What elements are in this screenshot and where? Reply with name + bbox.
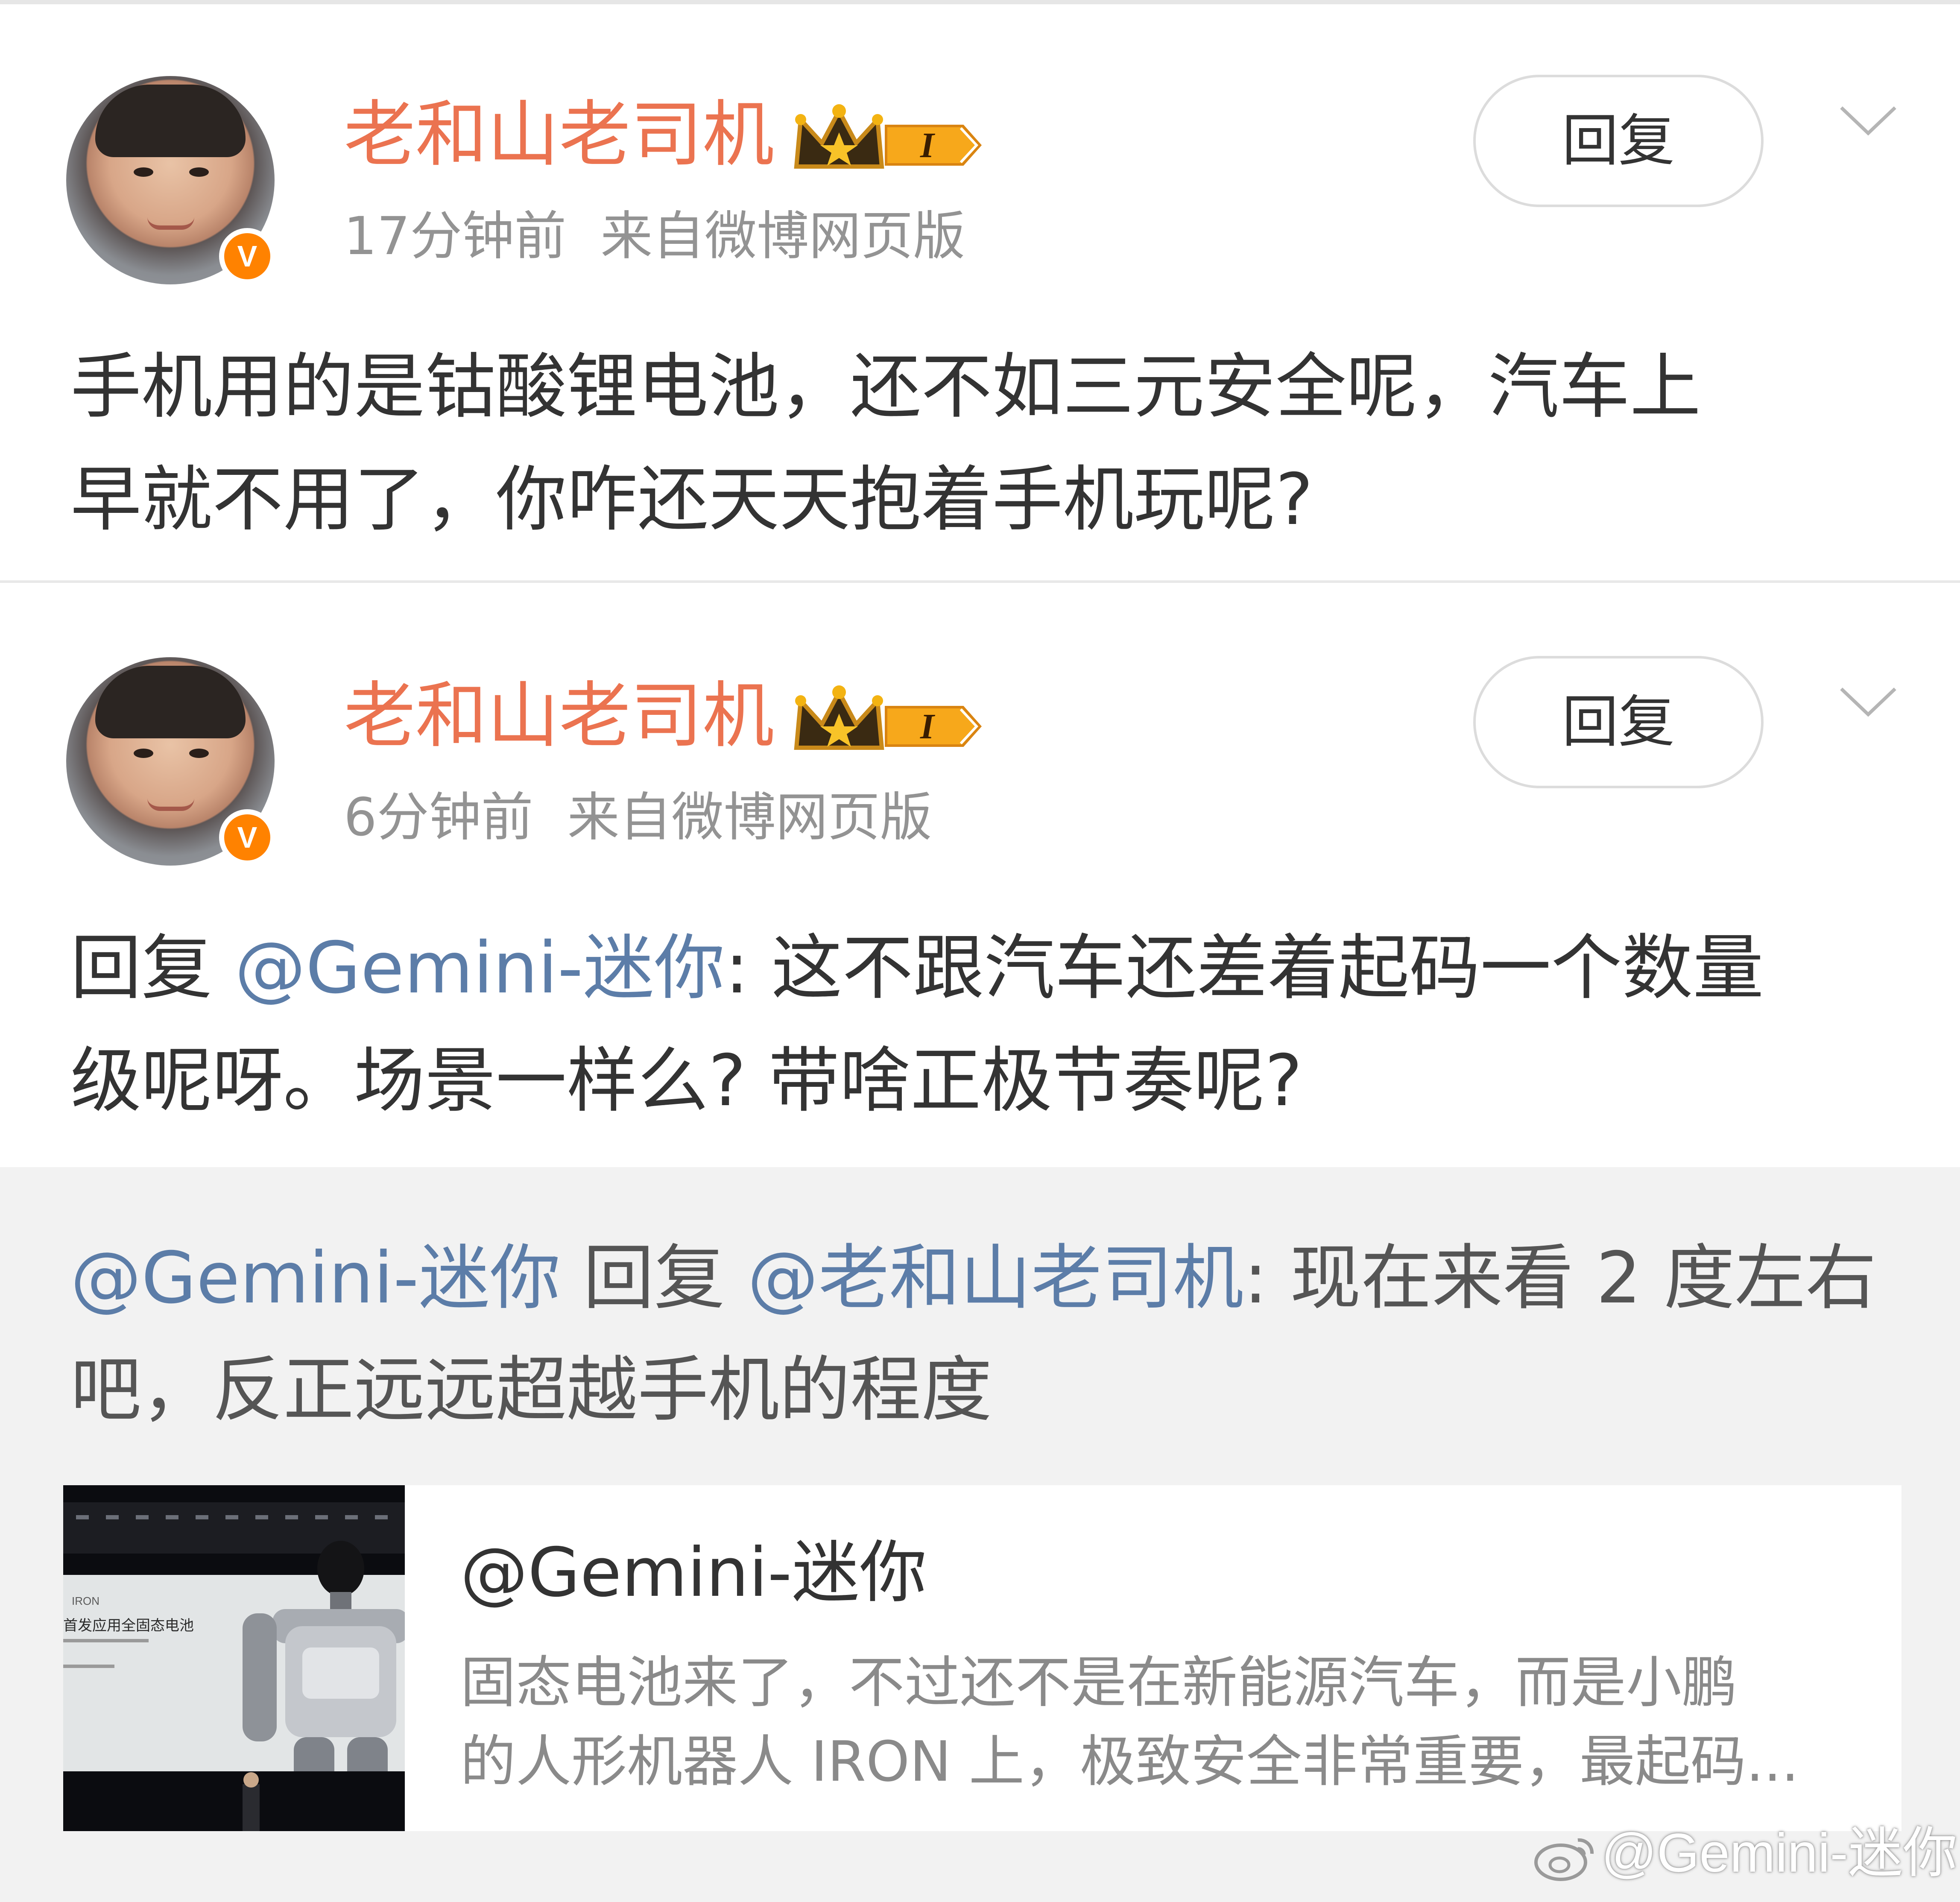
sub-reply-line-rest: : 现在来看 2 度左右 bbox=[1243, 1237, 1877, 1320]
source-label: 来自微博网页版 bbox=[567, 787, 932, 848]
comment-item: V 老和山老司机 I 17分钟前 来自微博网页版 回复 手机用的是钴酸锂电池，还不… bbox=[0, 4, 1960, 583]
avatar[interactable]: V bbox=[66, 76, 275, 284]
crown-icon: I bbox=[794, 104, 982, 169]
comment-meta: 17分钟前 来自微博网页版 bbox=[344, 204, 965, 268]
verified-v-icon: V bbox=[219, 228, 275, 284]
sub-reply-text: @Gemini-迷你 回复 @老和山老司机: 现在来看 2 度左右 吧，反正远远… bbox=[70, 1223, 1907, 1446]
comment-line: 回复 @Gemini-迷你: 这不跟汽车还差着起码一个数量 bbox=[70, 912, 1898, 1025]
comment-line: 级呢呀。场景一样么? 带啥正极节奏呢? bbox=[70, 1040, 1302, 1122]
comment-line: 手机用的是钴酸锂电池，还不如三元安全呢，汽车上 bbox=[70, 346, 1701, 428]
comment-item: V 老和山老司机 I 6分钟前 来自微博网页版 回复 回复 @Gemini-迷你:… bbox=[0, 585, 1960, 1167]
timestamp: 17分钟前 bbox=[344, 206, 567, 266]
top-divider bbox=[0, 0, 1960, 4]
weibo-logo-icon bbox=[1534, 1838, 1594, 1882]
svg-text:I: I bbox=[920, 126, 936, 165]
username[interactable]: 老和山老司机 bbox=[344, 92, 774, 177]
reply-prefix: 回复 bbox=[70, 927, 212, 1010]
comment-text: 回复 @Gemini-迷你: 这不跟汽车还差着起码一个数量 级呢呀。场景一样么?… bbox=[70, 912, 1898, 1138]
mention-link[interactable]: @Gemini-迷你 bbox=[70, 1237, 561, 1320]
mention-link[interactable]: @Gemini-迷你 bbox=[235, 927, 725, 1010]
crown-icon: I bbox=[794, 685, 982, 750]
sub-reply-line: @Gemini-迷你 回复 @老和山老司机: 现在来看 2 度左右 bbox=[70, 1223, 1907, 1334]
card-title: @Gemini-迷你 bbox=[460, 1533, 927, 1612]
watermark-text: @Gemini-迷你 bbox=[1601, 1823, 1957, 1884]
watermark: @Gemini-迷你 bbox=[1533, 1819, 1957, 1887]
svg-text:IRON: IRON bbox=[72, 1595, 99, 1607]
reply-button[interactable]: 回复 bbox=[1473, 656, 1764, 788]
card-desc-line: 固态电池来了，不过还不是在新能源汽车，而是小鹏 bbox=[460, 1650, 1738, 1715]
chevron-down-icon[interactable] bbox=[1836, 679, 1900, 722]
comment-line-rest: : 这不跟汽车还差着起码一个数量 bbox=[725, 927, 1764, 1010]
username[interactable]: 老和山老司机 bbox=[344, 673, 774, 758]
reply-button[interactable]: 回复 bbox=[1473, 75, 1764, 207]
sub-reply-area: @Gemini-迷你 回复 @老和山老司机: 现在来看 2 度左右 吧，反正远远… bbox=[0, 1167, 1960, 1902]
sub-reply-line: 吧，反正远远超越手机的程度 bbox=[70, 1349, 992, 1431]
comment-meta: 6分钟前 来自微博网页版 bbox=[344, 785, 932, 849]
source-label: 来自微博网页版 bbox=[600, 206, 965, 266]
comment-text: 手机用的是钴酸锂电池，还不如三元安全呢，汽车上 早就不用了，你咋还天天抱着手机玩… bbox=[70, 331, 1898, 556]
avatar[interactable]: V bbox=[66, 657, 275, 866]
chevron-down-icon[interactable] bbox=[1836, 98, 1900, 141]
card-desc-line: 的人形机器人 IRON 上，极致安全非常重要，最起码... bbox=[460, 1729, 1799, 1794]
comment-line: 早就不用了，你咋还天天抱着手机玩呢? bbox=[70, 459, 1313, 541]
linked-post-card[interactable]: IRON 首发应用全固态电池 @Gemini-迷你 固态电池来了，不过还不是在新… bbox=[63, 1485, 1901, 1831]
reply-word: 回复 bbox=[583, 1237, 725, 1320]
post-thumbnail[interactable]: IRON 首发应用全固态电池 bbox=[63, 1485, 405, 1831]
mention-link[interactable]: @老和山老司机 bbox=[747, 1237, 1243, 1320]
svg-text:首发应用全固态电池: 首发应用全固态电池 bbox=[63, 1617, 194, 1634]
svg-text:I: I bbox=[920, 707, 936, 746]
card-description: 固态电池来了，不过还不是在新能源汽车，而是小鹏 的人形机器人 IRON 上，极致… bbox=[460, 1643, 1869, 1801]
timestamp: 6分钟前 bbox=[344, 787, 533, 848]
verified-v-icon: V bbox=[219, 809, 275, 866]
